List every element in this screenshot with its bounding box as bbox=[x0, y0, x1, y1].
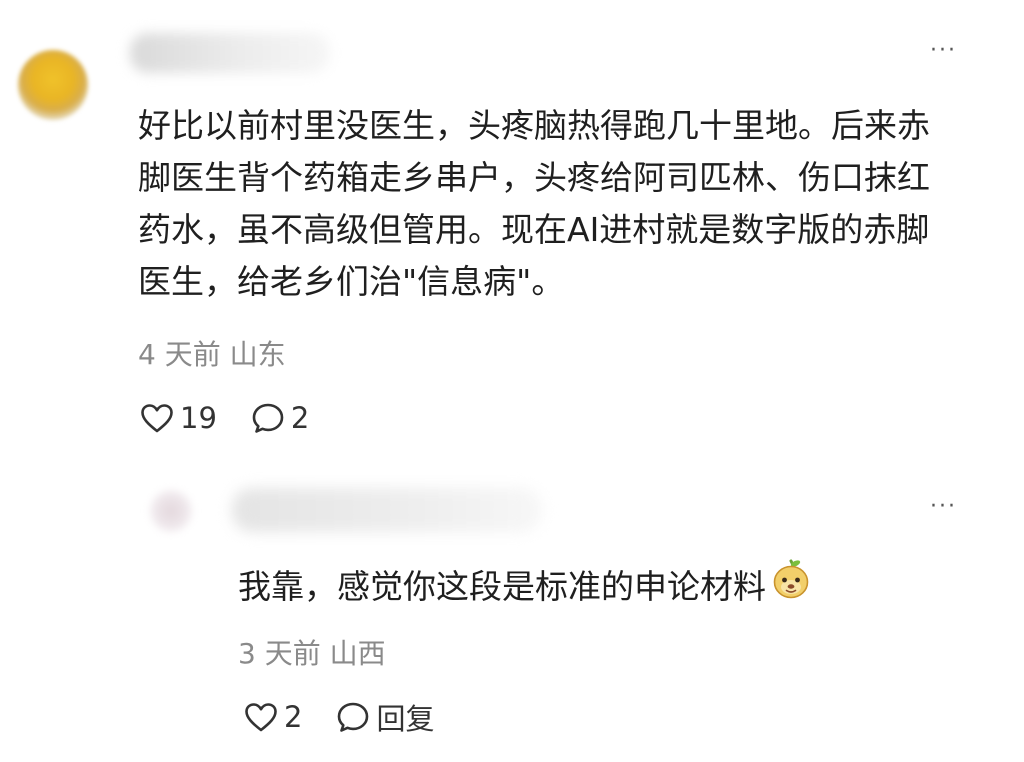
comment-button[interactable]: 2 bbox=[251, 401, 309, 435]
reply-meta: 3 天前 山西 bbox=[238, 632, 386, 672]
reply-time: 3 天前 bbox=[238, 637, 321, 670]
comment-text: 好比以前村里没医生，头疼脑热得跑几十里地。后来赤脚医生背个药箱走乡串户，头疼给阿… bbox=[138, 106, 930, 301]
more-options-icon[interactable]: ··· bbox=[930, 38, 957, 63]
reply-location: 山西 bbox=[329, 637, 386, 670]
melon-face-emoji-icon bbox=[770, 558, 812, 615]
reply-like-button[interactable]: 2 bbox=[244, 700, 302, 734]
reply-like-count: 2 bbox=[284, 700, 303, 734]
comment-location: 山东 bbox=[229, 338, 286, 371]
heart-outline-icon bbox=[141, 404, 173, 433]
reply-more-options-icon[interactable]: ··· bbox=[930, 494, 957, 519]
reply-username-blurred[interactable] bbox=[232, 488, 542, 532]
reply-avatar[interactable] bbox=[150, 490, 192, 532]
avatar[interactable] bbox=[18, 50, 88, 120]
reply-text-row: 我靠，感觉你这段是标准的申论材料 bbox=[238, 558, 812, 615]
reply-text: 我靠，感觉你这段是标准的申论材料 bbox=[238, 566, 766, 606]
comment-time: 4 天前 bbox=[138, 338, 221, 371]
like-count: 19 bbox=[180, 401, 217, 435]
reply-count: 2 bbox=[290, 401, 310, 435]
comment-actions: 19 2 bbox=[140, 396, 309, 440]
speech-bubble-icon bbox=[252, 403, 284, 433]
username-blurred[interactable] bbox=[130, 33, 330, 73]
reply-label: 回复 bbox=[376, 702, 435, 736]
heart-outline-icon bbox=[245, 703, 277, 732]
speech-bubble-icon bbox=[338, 702, 369, 732]
reply-button[interactable]: 回复 bbox=[336, 696, 434, 738]
comment-meta: 4 天前 山东 bbox=[138, 333, 286, 373]
reply-actions: 2 回复 bbox=[244, 695, 434, 739]
like-button[interactable]: 19 bbox=[140, 401, 217, 435]
